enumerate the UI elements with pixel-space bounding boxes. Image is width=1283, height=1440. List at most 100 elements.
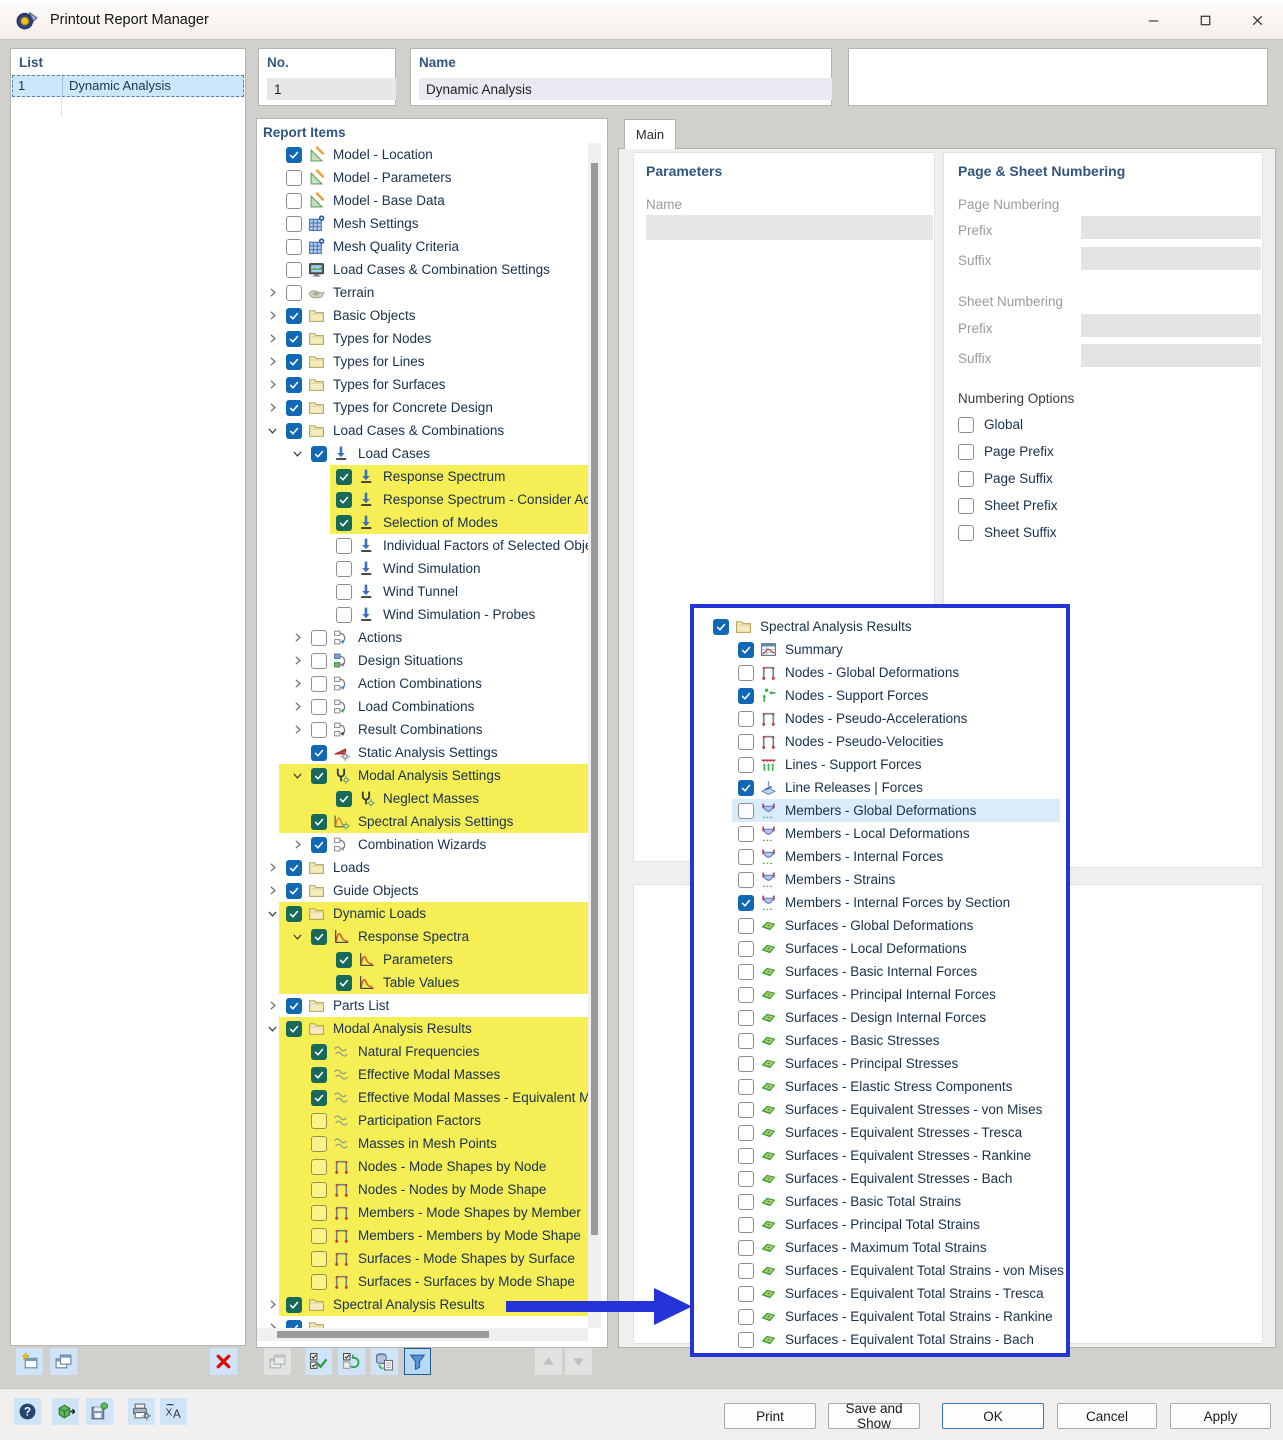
cancel-button[interactable]: Cancel bbox=[1057, 1403, 1157, 1429]
option-checkbox[interactable] bbox=[958, 498, 974, 514]
report-item-row[interactable]: Actions bbox=[257, 626, 588, 649]
expand-collapse-icon[interactable] bbox=[263, 1021, 281, 1037]
filter-button[interactable] bbox=[404, 1348, 431, 1375]
overlay-item-row[interactable]: Surfaces - Basic Internal Forces bbox=[694, 960, 1066, 983]
overlay-item-row[interactable]: Surfaces - Principal Total Strains bbox=[694, 1213, 1066, 1236]
item-checkbox[interactable] bbox=[738, 711, 754, 727]
expand-collapse-icon[interactable] bbox=[288, 446, 306, 462]
new-report-button[interactable] bbox=[16, 1348, 43, 1375]
item-checkbox[interactable] bbox=[738, 665, 754, 681]
overlay-item-row[interactable]: Lines - Support Forces bbox=[694, 753, 1066, 776]
expand-collapse-icon[interactable] bbox=[288, 699, 306, 715]
item-checkbox[interactable] bbox=[336, 975, 352, 991]
help-button[interactable]: ? bbox=[14, 1398, 41, 1425]
overlay-item-row[interactable]: Surfaces - Equivalent Stresses - Rankine bbox=[694, 1144, 1066, 1167]
item-checkbox[interactable] bbox=[311, 1159, 327, 1175]
item-checkbox[interactable] bbox=[336, 538, 352, 554]
item-checkbox[interactable] bbox=[286, 423, 302, 439]
report-item-row[interactable]: Static Analysis Settings bbox=[257, 741, 588, 764]
expand-collapse-icon[interactable] bbox=[313, 515, 331, 531]
overlay-item-row[interactable]: Members - Internal Forces by Section bbox=[694, 891, 1066, 914]
report-item-row[interactable]: Load Cases & Combination Settings bbox=[257, 258, 588, 281]
item-checkbox[interactable] bbox=[738, 642, 754, 658]
expand-collapse-icon[interactable] bbox=[263, 906, 281, 922]
expand-collapse-icon[interactable] bbox=[288, 814, 306, 830]
item-checkbox[interactable] bbox=[311, 1274, 327, 1290]
item-checkbox[interactable] bbox=[311, 1044, 327, 1060]
item-checkbox[interactable] bbox=[738, 849, 754, 865]
item-checkbox[interactable] bbox=[311, 1113, 327, 1129]
expand-collapse-icon[interactable] bbox=[288, 1136, 306, 1152]
item-checkbox[interactable] bbox=[336, 515, 352, 531]
expand-collapse-icon[interactable] bbox=[263, 216, 281, 232]
overlay-item-row[interactable]: Surfaces - Equivalent Total Strains - vo… bbox=[694, 1259, 1066, 1282]
overlay-item-row[interactable]: Surfaces - Maximum Total Strains bbox=[694, 1236, 1066, 1259]
option-checkbox[interactable] bbox=[958, 471, 974, 487]
report-item-row[interactable]: Model - Location bbox=[257, 143, 588, 166]
report-item-row[interactable]: Wind Simulation bbox=[257, 557, 588, 580]
report-item-row[interactable]: Neglect Masses bbox=[257, 787, 588, 810]
item-checkbox[interactable] bbox=[286, 239, 302, 255]
item-checkbox[interactable] bbox=[311, 1251, 327, 1267]
overlay-item-row[interactable]: Surfaces - Design Internal Forces bbox=[694, 1006, 1066, 1029]
item-checkbox[interactable] bbox=[738, 1309, 754, 1325]
report-item-row[interactable]: Natural Frequencies bbox=[257, 1040, 588, 1063]
item-checkbox[interactable] bbox=[311, 1228, 327, 1244]
expand-collapse-icon[interactable] bbox=[288, 929, 306, 945]
report-item-row[interactable]: Mesh Quality Criteria bbox=[257, 235, 588, 258]
expand-collapse-icon[interactable] bbox=[288, 1044, 306, 1060]
item-checkbox[interactable] bbox=[311, 929, 327, 945]
item-checkbox[interactable] bbox=[336, 791, 352, 807]
report-item-row[interactable]: Dynamic Loads bbox=[257, 902, 588, 925]
expand-collapse-icon[interactable] bbox=[313, 538, 331, 554]
item-checkbox[interactable] bbox=[738, 803, 754, 819]
item-checkbox[interactable] bbox=[286, 308, 302, 324]
report-item-row[interactable]: Response Spectrum bbox=[257, 465, 588, 488]
item-checkbox[interactable] bbox=[286, 193, 302, 209]
expand-collapse-icon[interactable] bbox=[263, 354, 281, 370]
overlay-item-row[interactable]: Nodes - Global Deformations bbox=[694, 661, 1066, 684]
item-checkbox[interactable] bbox=[738, 1286, 754, 1302]
item-checkbox[interactable] bbox=[311, 446, 327, 462]
overlay-item-row[interactable]: Nodes - Pseudo-Accelerations bbox=[694, 707, 1066, 730]
numbering-option-row[interactable]: Page Prefix bbox=[958, 438, 1252, 465]
item-checkbox[interactable] bbox=[336, 469, 352, 485]
report-item-row[interactable]: Response Spectrum - Consider Ac bbox=[257, 488, 588, 511]
expand-collapse-icon[interactable] bbox=[288, 1159, 306, 1175]
expand-collapse-icon[interactable] bbox=[288, 745, 306, 761]
copy-item-button[interactable] bbox=[264, 1348, 291, 1375]
report-item-row[interactable]: Types for Surfaces bbox=[257, 373, 588, 396]
delete-report-button[interactable] bbox=[210, 1348, 237, 1375]
expand-collapse-icon[interactable] bbox=[263, 423, 281, 439]
report-item-row[interactable]: Action Combinations bbox=[257, 672, 588, 695]
overlay-item-row[interactable]: Members - Global Deformations bbox=[694, 799, 1066, 822]
overlay-item-row[interactable]: Members - Strains bbox=[694, 868, 1066, 891]
report-item-row[interactable]: Members - Members by Mode Shape bbox=[257, 1224, 588, 1247]
move-down-button[interactable] bbox=[565, 1348, 592, 1375]
overlay-item-row[interactable]: Surfaces - Equivalent Stresses - Tresca bbox=[694, 1121, 1066, 1144]
expand-collapse-icon[interactable] bbox=[313, 975, 331, 991]
expand-collapse-icon[interactable] bbox=[288, 1205, 306, 1221]
expand-collapse-icon[interactable] bbox=[288, 1251, 306, 1267]
item-checkbox[interactable] bbox=[738, 1125, 754, 1141]
expand-collapse-icon[interactable] bbox=[288, 1113, 306, 1129]
report-item-row[interactable]: Nodes - Mode Shapes by Node bbox=[257, 1155, 588, 1178]
item-checkbox[interactable] bbox=[286, 147, 302, 163]
item-checkbox[interactable] bbox=[713, 619, 729, 635]
item-checkbox[interactable] bbox=[738, 895, 754, 911]
move-up-button[interactable] bbox=[535, 1348, 562, 1375]
close-button[interactable] bbox=[1231, 0, 1283, 40]
option-checkbox[interactable] bbox=[958, 525, 974, 541]
expand-collapse-icon[interactable] bbox=[313, 952, 331, 968]
report-item-row[interactable]: Load Combinations bbox=[257, 695, 588, 718]
data-transfer-button[interactable] bbox=[371, 1348, 398, 1375]
report-item-row[interactable]: Modal Analysis Settings bbox=[257, 764, 588, 787]
expand-collapse-icon[interactable] bbox=[263, 331, 281, 347]
numbering-option-row[interactable]: Sheet Suffix bbox=[958, 519, 1252, 546]
item-checkbox[interactable] bbox=[311, 699, 327, 715]
expand-collapse-icon[interactable] bbox=[263, 860, 281, 876]
item-checkbox[interactable] bbox=[738, 872, 754, 888]
expand-collapse-icon[interactable] bbox=[263, 285, 281, 301]
report-item-row[interactable]: Nodes - Nodes by Mode Shape bbox=[257, 1178, 588, 1201]
report-item-row[interactable]: Load Cases bbox=[257, 442, 588, 465]
